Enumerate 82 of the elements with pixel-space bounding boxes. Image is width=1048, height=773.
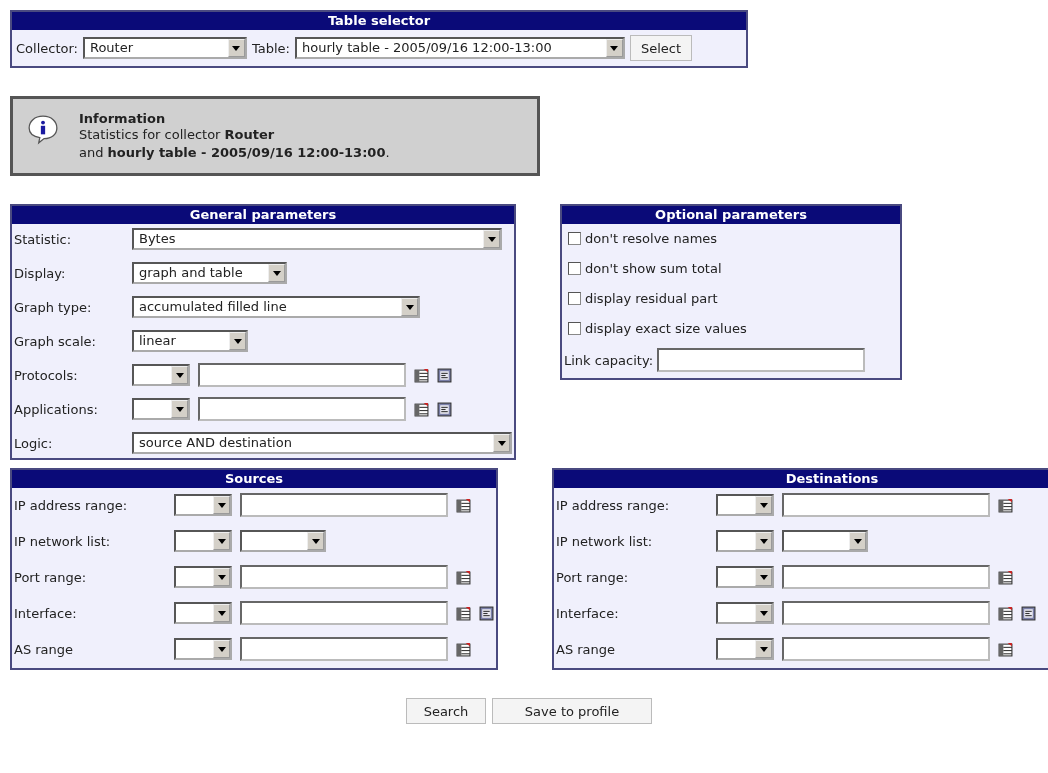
field-label: Display:: [14, 265, 67, 281]
dropdown[interactable]: [782, 530, 868, 552]
text-field[interactable]: [240, 493, 448, 517]
field-label: IP address range:: [556, 497, 671, 513]
dropdown[interactable]: [174, 530, 232, 552]
dropdown[interactable]: graph and table: [132, 262, 287, 284]
text-field[interactable]: [657, 348, 866, 372]
text-field[interactable]: [198, 397, 406, 421]
dropdown[interactable]: [716, 494, 774, 516]
info-text: Statistics for collector Router: [79, 125, 276, 144]
field-label: AS range: [14, 641, 75, 657]
checkbox-option[interactable]: display exact size values: [562, 314, 900, 344]
checkbox-option[interactable]: display residual part: [562, 284, 900, 314]
text-field[interactable]: [782, 565, 990, 589]
info-icon: [27, 113, 59, 145]
list-icon[interactable]: [479, 605, 494, 621]
field-label: IP network list:: [556, 533, 654, 549]
text-field[interactable]: [782, 601, 990, 625]
field-label: Logic:: [14, 435, 54, 451]
field-label: IP address range:: [14, 497, 129, 513]
checkbox-option[interactable]: don't show sum total: [562, 254, 900, 284]
field-label: Interface:: [556, 605, 620, 621]
list-icon[interactable]: [1021, 605, 1036, 621]
panel-title: Optional parameters: [562, 206, 900, 224]
field-label: Link capacity:: [564, 352, 654, 368]
table-icon[interactable]: [456, 497, 471, 513]
panel-title: Destinations: [554, 470, 1048, 488]
field-label: Graph type:: [14, 299, 93, 315]
text-field[interactable]: [198, 363, 406, 387]
dropdown[interactable]: [716, 638, 774, 660]
field-label: IP network list:: [14, 533, 112, 549]
panel-title: Table selector: [12, 12, 746, 30]
dropdown[interactable]: accumulated filled line: [132, 296, 420, 318]
field-label: AS range: [556, 641, 617, 657]
table-icon[interactable]: [414, 367, 429, 383]
field-label: Port range:: [14, 569, 88, 585]
dropdown[interactable]: [716, 530, 774, 552]
panel-title: Sources: [12, 470, 496, 488]
table-icon[interactable]: [456, 641, 471, 657]
dropdown[interactable]: [132, 398, 190, 420]
dropdown[interactable]: [174, 602, 232, 624]
text-field[interactable]: [240, 601, 448, 625]
list-icon[interactable]: [437, 367, 452, 383]
info-title: Information: [79, 110, 167, 126]
field-label: Port range:: [556, 569, 630, 585]
dropdown[interactable]: [716, 566, 774, 588]
dropdown[interactable]: [174, 566, 232, 588]
table-icon[interactable]: [998, 641, 1013, 657]
dropdown[interactable]: [174, 638, 232, 660]
text-field[interactable]: [782, 637, 990, 661]
select-button[interactable]: Select: [629, 35, 693, 61]
checkbox-option[interactable]: don't resolve names: [562, 224, 900, 254]
list-icon[interactable]: [437, 401, 452, 417]
field-label: Interface:: [14, 605, 78, 621]
text-field[interactable]: [240, 637, 448, 661]
dropdown[interactable]: Bytes: [132, 228, 502, 250]
field-label: Collector:: [16, 40, 78, 56]
table-icon[interactable]: [998, 497, 1013, 513]
form-button[interactable]: Save to profile: [492, 698, 652, 724]
panel-title: General parameters: [12, 206, 514, 224]
table-icon[interactable]: [414, 401, 429, 417]
dropdown[interactable]: source AND destination: [132, 432, 512, 454]
dropdown[interactable]: [716, 602, 774, 624]
table-icon[interactable]: [998, 569, 1013, 585]
table-icon[interactable]: [456, 569, 471, 585]
text-field[interactable]: [240, 565, 448, 589]
field-label: Table:: [251, 40, 290, 56]
form-button[interactable]: Search: [406, 698, 486, 724]
text-field[interactable]: [782, 493, 990, 517]
dropdown[interactable]: hourly table - 2005/09/16 12:00-13:00: [294, 37, 625, 59]
table-icon[interactable]: [456, 605, 471, 621]
field-label: Statistic:: [14, 231, 73, 247]
info-text: and hourly table - 2005/09/16 12:00-13:00.: [79, 143, 390, 162]
dropdown[interactable]: Router: [82, 37, 247, 59]
table-icon[interactable]: [998, 605, 1013, 621]
dropdown[interactable]: linear: [132, 330, 248, 352]
field-label: Protocols:: [14, 367, 79, 383]
field-label: Graph scale:: [14, 333, 97, 349]
dropdown[interactable]: [132, 364, 190, 386]
dropdown[interactable]: [240, 530, 326, 552]
dropdown[interactable]: [174, 494, 232, 516]
field-label: Applications:: [14, 401, 99, 417]
